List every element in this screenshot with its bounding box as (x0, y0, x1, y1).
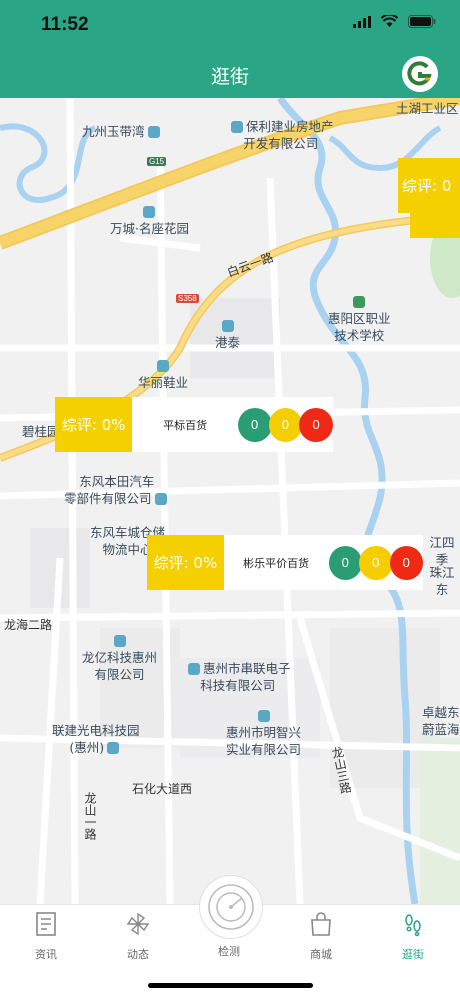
poi-pin-icon (353, 296, 366, 308)
tab-dynamics[interactable]: 动态 (103, 911, 173, 962)
store-name: 平标百货 (163, 418, 208, 432)
poi-zhujiangdong[interactable]: 珠江东 (424, 564, 460, 598)
poi-huiyang-school[interactable]: 惠阳区职业 技术学校 (328, 296, 391, 344)
rating-red-count: 0 (299, 407, 333, 442)
tab-label: 检测 (218, 945, 240, 958)
logo-button[interactable] (402, 56, 438, 92)
poi-pin-icon (154, 493, 167, 505)
road-label-longshan1: 龙山一路 (83, 792, 97, 840)
tab-bar: 资讯 动态 检测 商城 逛街 (0, 875, 460, 997)
tab-stroll[interactable]: 逛街 (378, 911, 448, 962)
store-marker-pingbiao[interactable]: 综评: 0% 平标百货 0 0 0 (55, 397, 333, 452)
wifi-icon (381, 15, 398, 27)
poi-dongfeng-honda[interactable]: 东风本田汽车 零部件有限公司 (64, 473, 170, 507)
store-score: 综评: 0 (398, 158, 460, 213)
poi-baoli[interactable]: 保利建业房地产 开发有限公司 (228, 118, 334, 152)
rating-yellow-count: 0 (359, 545, 393, 580)
poi-tuhu[interactable]: 土湖工业区 (396, 100, 459, 117)
radar-icon (208, 884, 254, 930)
road-label-shihua: 石化大道西 (132, 782, 193, 796)
status-bar: 11:52 (0, 0, 460, 48)
poi-pin-icon (221, 320, 234, 332)
battery-icon (408, 15, 436, 28)
poi-jiuzhou[interactable]: 九州玉带湾 (82, 123, 163, 140)
poi-lianjian[interactable]: 联建光电科技园 (惠州) (52, 722, 140, 756)
rating-green-count: 0 (237, 407, 272, 442)
poi-pin-icon (143, 206, 156, 218)
poi-pin-icon (157, 360, 169, 372)
poi-pin-icon (188, 663, 200, 675)
poi-longyi[interactable]: 龙亿科技惠州 有限公司 (82, 635, 157, 683)
pinwheel-icon (126, 912, 150, 936)
shopping-bag-icon (311, 912, 331, 936)
poi-biguiyuan[interactable]: 碧桂园 (22, 423, 60, 440)
poi-mingzhixing[interactable]: 惠州市明智兴 实业有限公司 (226, 710, 301, 758)
poi-pin-icon (257, 710, 270, 722)
rating-yellow-count: 0 (268, 407, 303, 442)
poi-zhuoyue[interactable]: 卓越东 蔚蓝海 (422, 704, 460, 738)
tab-label: 商城 (310, 948, 332, 961)
store-name: 彬乐平价百货 (243, 556, 310, 570)
status-time: 11:52 (41, 14, 89, 35)
nav-bar: 逛街 (0, 48, 460, 98)
poi-gangtai[interactable]: 港泰 (215, 320, 240, 351)
page-title: 逛街 (210, 66, 249, 88)
highway-shield-g15: G15 (147, 157, 167, 166)
tab-label: 资讯 (35, 948, 57, 961)
footprints-icon (405, 914, 421, 937)
brand-logo-icon (405, 59, 435, 89)
tab-news[interactable]: 资讯 (11, 911, 81, 962)
rating-red-count: 0 (389, 545, 424, 580)
poi-chuanlian[interactable]: 惠州市串联电子 科技有限公司 (185, 660, 291, 694)
poi-wancheng[interactable]: 万城·名座花园 (110, 206, 189, 237)
tab-mall[interactable]: 商城 (286, 911, 356, 962)
poi-huali[interactable]: 华丽鞋业 (138, 360, 188, 391)
detect-center-button[interactable] (199, 875, 263, 939)
poi-jiangsiji[interactable]: 江四季 (424, 534, 460, 568)
store-marker-partial[interactable]: 综评: 0 (398, 158, 460, 213)
highway-shield-s358: S358 (176, 294, 199, 303)
tab-label: 动态 (127, 948, 149, 961)
news-icon (36, 912, 56, 936)
rating-green-count: 0 (328, 545, 363, 580)
home-indicator[interactable] (148, 983, 313, 988)
tab-detect[interactable]: 检测 (194, 943, 264, 959)
poi-pin-icon (107, 742, 120, 754)
store-marker-binle[interactable]: 综评: 0% 彬乐平价百货 0 0 0 (147, 535, 424, 590)
poi-pin-icon (231, 121, 243, 133)
map-view[interactable]: 九州玉带湾 保利建业房地产 开发有限公司 万城·名座花园 港泰 惠阳区职业 技术… (0, 98, 460, 904)
poi-pin-icon (147, 126, 160, 138)
store-score: 综评: 0% (55, 397, 133, 452)
map-patch (410, 208, 460, 238)
tab-label: 逛街 (402, 948, 424, 961)
signal-icon (353, 15, 371, 28)
road-label-longhai: 龙海二路 (4, 618, 53, 632)
store-score: 综评: 0% (147, 535, 224, 590)
status-icons (353, 15, 436, 28)
poi-pin-icon (113, 635, 126, 647)
